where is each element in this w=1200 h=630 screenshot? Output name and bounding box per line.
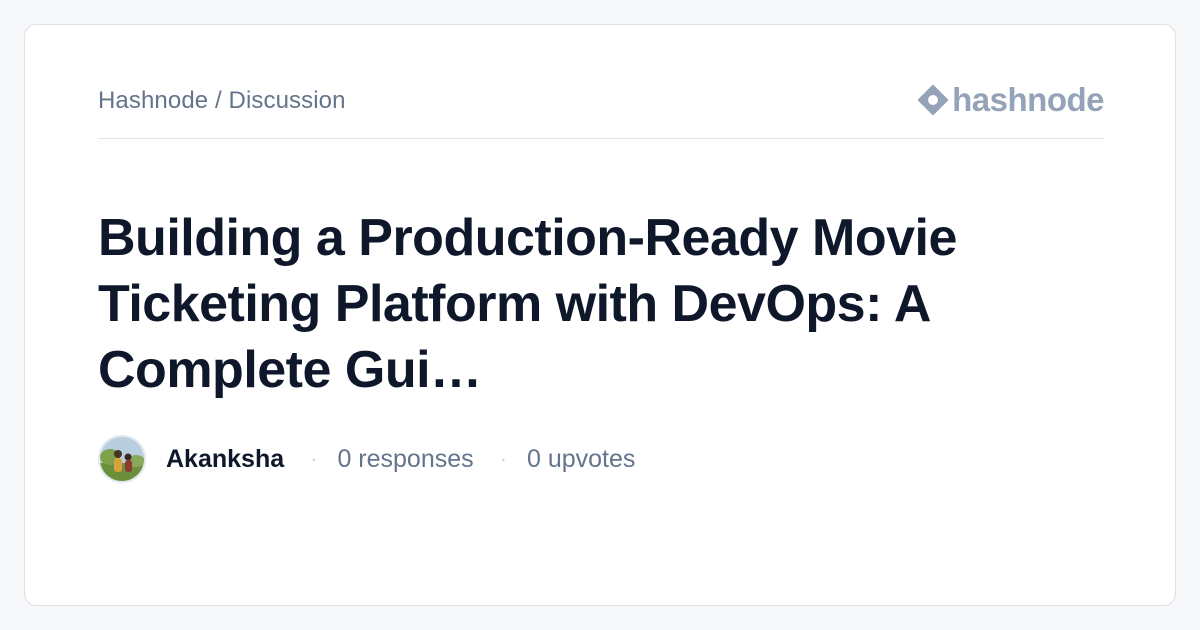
responses-count: 0 responses bbox=[337, 444, 474, 473]
hashnode-brand[interactable]: hashnode bbox=[918, 81, 1104, 119]
separator-dot: · bbox=[499, 446, 507, 471]
hashnode-diamond-icon bbox=[918, 85, 949, 115]
upvotes-count: 0 upvotes bbox=[526, 444, 636, 473]
author-name[interactable]: Akanksha bbox=[166, 445, 284, 474]
user-avatar-photo bbox=[100, 437, 144, 481]
page-title[interactable]: Building a Production-Ready Movie Ticket… bbox=[98, 205, 1098, 403]
avatar[interactable] bbox=[98, 435, 146, 483]
post-meta: Akanksha · 0 responses · 0 upvotes bbox=[98, 435, 635, 483]
separator-dot: · bbox=[310, 446, 318, 471]
card-header: Hashnode / Discussion hashnode bbox=[98, 81, 1104, 139]
discussion-card: Hashnode / Discussion hashnode Building … bbox=[24, 24, 1176, 606]
brand-name: hashnode bbox=[952, 81, 1104, 118]
breadcrumb[interactable]: Hashnode / Discussion bbox=[98, 87, 346, 115]
